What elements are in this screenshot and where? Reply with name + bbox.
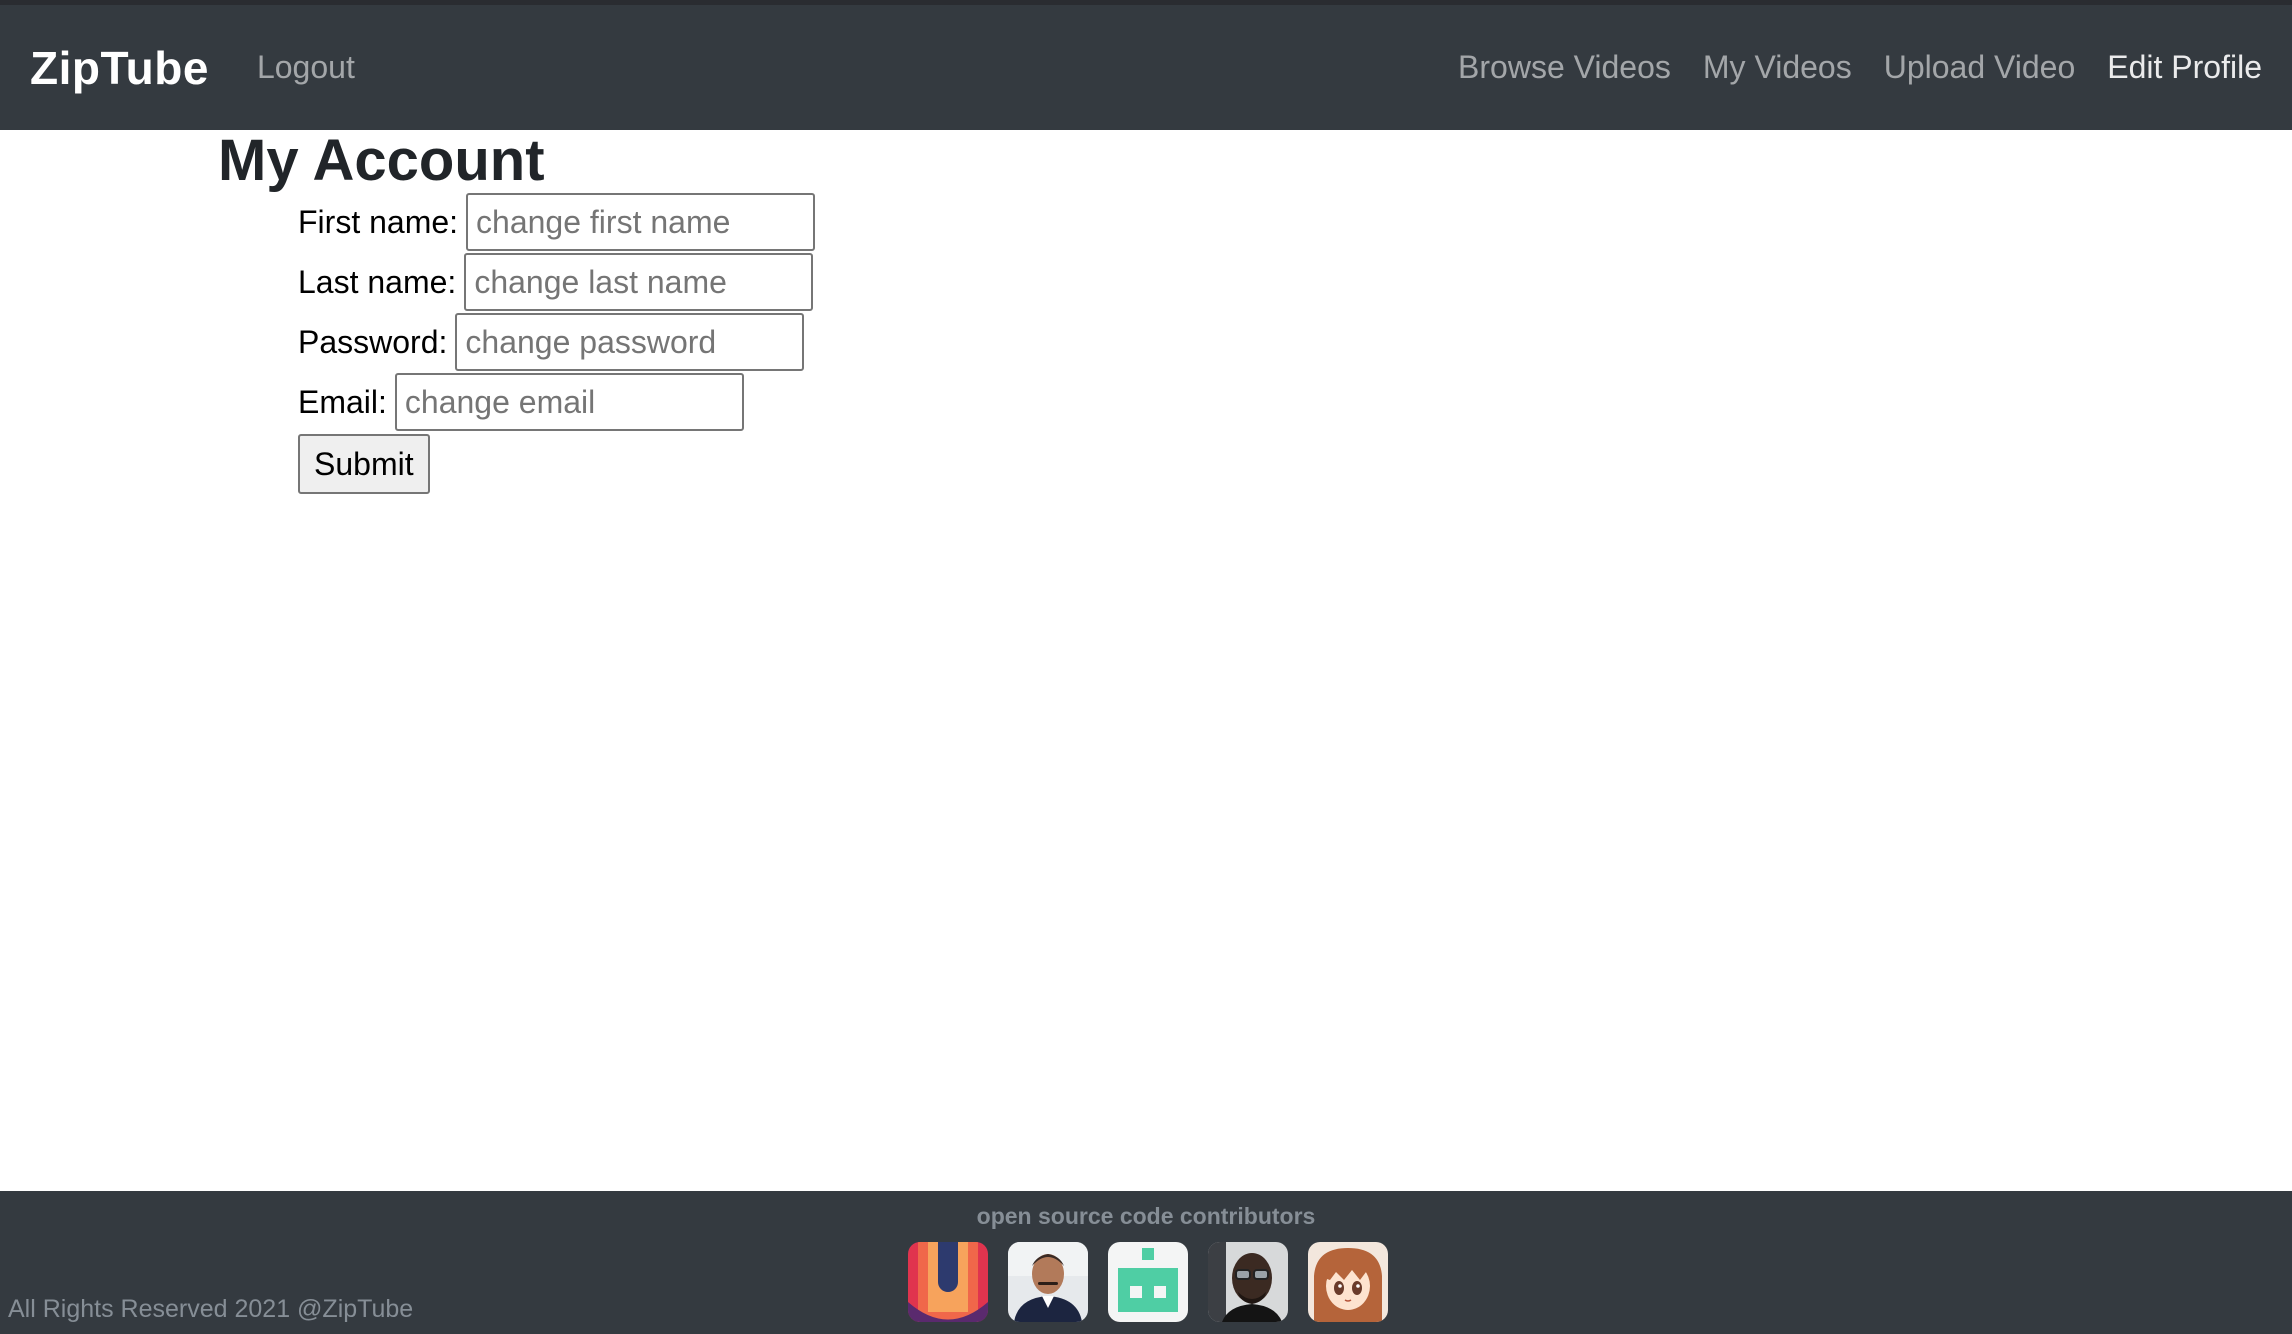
first-name-row: First name:: [298, 192, 816, 252]
password-label: Password:: [298, 323, 448, 360]
contributor-avatar-gradient-logo[interactable]: [908, 1242, 988, 1322]
contributor-avatars: [908, 1242, 1388, 1322]
email-input[interactable]: [394, 373, 744, 431]
nav-edit-profile[interactable]: Edit Profile: [2107, 49, 2262, 86]
first-name-label: First name:: [298, 203, 459, 240]
account-form: First name: Last name: Password: Email: …: [298, 192, 816, 494]
page-title: My Account: [218, 128, 545, 193]
contributor-avatar-man-photo[interactable]: [1008, 1242, 1088, 1322]
copyright-text: All Rights Reserved 2021 @ZipTube: [8, 1295, 414, 1323]
email-label: Email:: [298, 383, 387, 420]
main-content: My Account First name: Last name: Passwo…: [218, 128, 816, 494]
navbar: ZipTube Logout Browse Videos My Videos U…: [0, 5, 2292, 130]
last-name-input[interactable]: [464, 253, 814, 311]
logout-link[interactable]: Logout: [257, 49, 355, 86]
first-name-input[interactable]: [466, 193, 816, 251]
password-input[interactable]: [455, 313, 805, 371]
contributors-title: open source code contributors: [976, 1203, 1316, 1229]
last-name-row: Last name:: [298, 252, 815, 312]
brand-link[interactable]: ZipTube: [30, 41, 209, 95]
contributor-avatar-robot-identicon[interactable]: [1108, 1242, 1188, 1322]
page: ZipTube Logout Browse Videos My Videos U…: [0, 0, 2292, 1334]
footer: open source code contributors All Rights…: [0, 1191, 2292, 1334]
contributor-avatar-man-glasses-photo[interactable]: [1208, 1242, 1288, 1322]
nav-browse-videos[interactable]: Browse Videos: [1458, 49, 1671, 86]
password-row: Password:: [298, 312, 815, 372]
last-name-label: Last name:: [298, 263, 457, 300]
contributor-avatar-anime-girl[interactable]: [1308, 1242, 1388, 1322]
email-row: Email:: [298, 372, 815, 432]
nav-links: Browse Videos My Videos Upload Video Edi…: [1458, 49, 2262, 86]
nav-upload-video[interactable]: Upload Video: [1884, 49, 2076, 86]
nav-my-videos[interactable]: My Videos: [1703, 49, 1852, 86]
submit-button[interactable]: Submit: [298, 434, 430, 494]
